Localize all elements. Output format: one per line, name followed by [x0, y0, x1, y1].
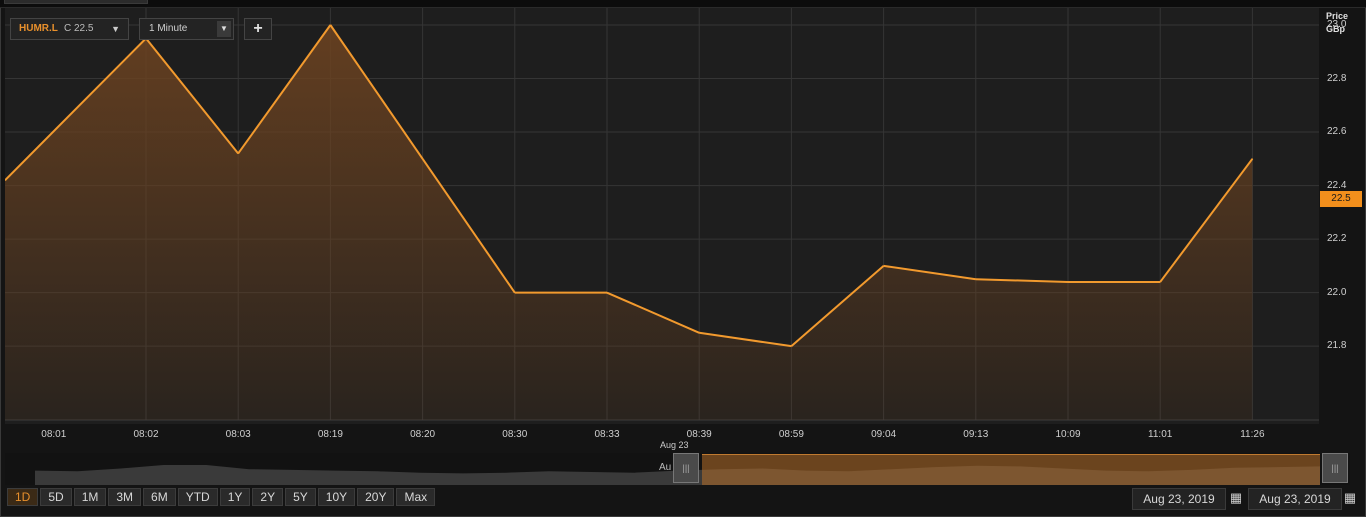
x-tick-label: 08:02: [133, 429, 159, 440]
x-tick-label: 08:03: [225, 429, 251, 440]
x-tick-label: 08:39: [686, 429, 712, 440]
symbol-label: HUMR.L: [19, 23, 58, 34]
data-point: [606, 292, 608, 294]
x-tick-label: 08:01: [41, 429, 67, 440]
navigator-date-label-clipped: Au: [659, 462, 672, 473]
range-button-1m[interactable]: 1M: [73, 488, 107, 506]
top-strip: [0, 0, 1366, 8]
range-button-6m[interactable]: 6M: [143, 488, 176, 506]
date-from-field[interactable]: Aug 23, 2019: [1132, 488, 1226, 510]
data-point: [1067, 281, 1069, 283]
chevron-down-icon[interactable]: ▼: [217, 21, 231, 37]
x-tick-label: 11:01: [1148, 429, 1173, 440]
y-tick-label: 22.8: [1327, 72, 1347, 84]
range-button-max[interactable]: Max: [396, 488, 436, 506]
range-button-3m[interactable]: 3M: [108, 488, 142, 506]
y-tick-label: 22.4: [1327, 179, 1347, 191]
range-button-1y[interactable]: 1Y: [219, 488, 251, 506]
x-tick-label: 08:30: [502, 429, 528, 440]
data-point: [237, 152, 239, 154]
add-series-button[interactable]: +: [244, 18, 272, 40]
interval-label: 1 Minute: [149, 23, 188, 34]
data-point: [883, 265, 885, 267]
data-point: [1251, 158, 1253, 160]
range-button-10y[interactable]: 10Y: [317, 488, 356, 506]
range-button-5d[interactable]: 5D: [40, 488, 72, 506]
y-tick-label: 22.2: [1327, 233, 1347, 245]
range-button-1d[interactable]: 1D: [7, 488, 39, 506]
x-tick-label: 09:13: [963, 429, 989, 440]
navigator-left-handle[interactable]: |||: [673, 453, 699, 483]
chart-svg: [5, 8, 1319, 421]
data-point: [1159, 281, 1161, 283]
calendar-icon[interactable]: ▦: [1341, 489, 1359, 507]
y-tick-label: 23.0: [1327, 19, 1347, 30]
data-point: [514, 292, 516, 294]
x-tick-label: 08:59: [778, 429, 804, 440]
x-tick-label: 08:33: [594, 429, 620, 440]
interval-selector[interactable]: 1 Minute ▼: [139, 18, 234, 40]
y-tick-label: 22.6: [1327, 126, 1347, 138]
data-point: [790, 345, 792, 347]
price-chart[interactable]: [5, 8, 1319, 424]
y-tick-label: 22.0: [1327, 286, 1347, 298]
data-point: [975, 278, 977, 280]
range-button-2y[interactable]: 2Y: [252, 488, 284, 506]
x-tick-label: 08:20: [410, 429, 436, 440]
x-tick-label: 11:26: [1240, 429, 1265, 440]
y-tick-label: 21.8: [1327, 340, 1347, 352]
date-to-field[interactable]: Aug 23, 2019: [1248, 488, 1342, 510]
data-point: [698, 332, 700, 334]
close-price-label: C 22.5: [64, 23, 94, 34]
range-button-20y[interactable]: 20Y: [357, 488, 395, 506]
last-price-tag: 22.5: [1320, 191, 1362, 207]
navigator-right-handle[interactable]: |||: [1322, 453, 1348, 483]
range-button-ytd[interactable]: YTD: [177, 488, 218, 506]
range-button-5y[interactable]: 5Y: [285, 488, 316, 506]
symbol-selector[interactable]: HUMR.L C 22.5 ▼: [10, 18, 129, 40]
range-buttons: 1D 5D 1M 3M 6M YTD 1Y 2Y 5Y 10Y 20Y Max: [7, 488, 436, 506]
data-point: [329, 24, 331, 26]
x-tick-label: 09:04: [871, 429, 897, 440]
navigator-selection[interactable]: [702, 454, 1320, 485]
x-tick-label: 08:19: [317, 429, 343, 440]
navigator-date-label: Aug 23: [660, 440, 689, 450]
x-tick-label: 10:09: [1055, 429, 1081, 440]
chevron-down-icon[interactable]: ▼: [111, 19, 120, 39]
price-area: [5, 25, 1253, 420]
data-point: [422, 158, 424, 160]
calendar-icon[interactable]: ▦: [1227, 489, 1245, 507]
top-tab[interactable]: [4, 0, 148, 4]
